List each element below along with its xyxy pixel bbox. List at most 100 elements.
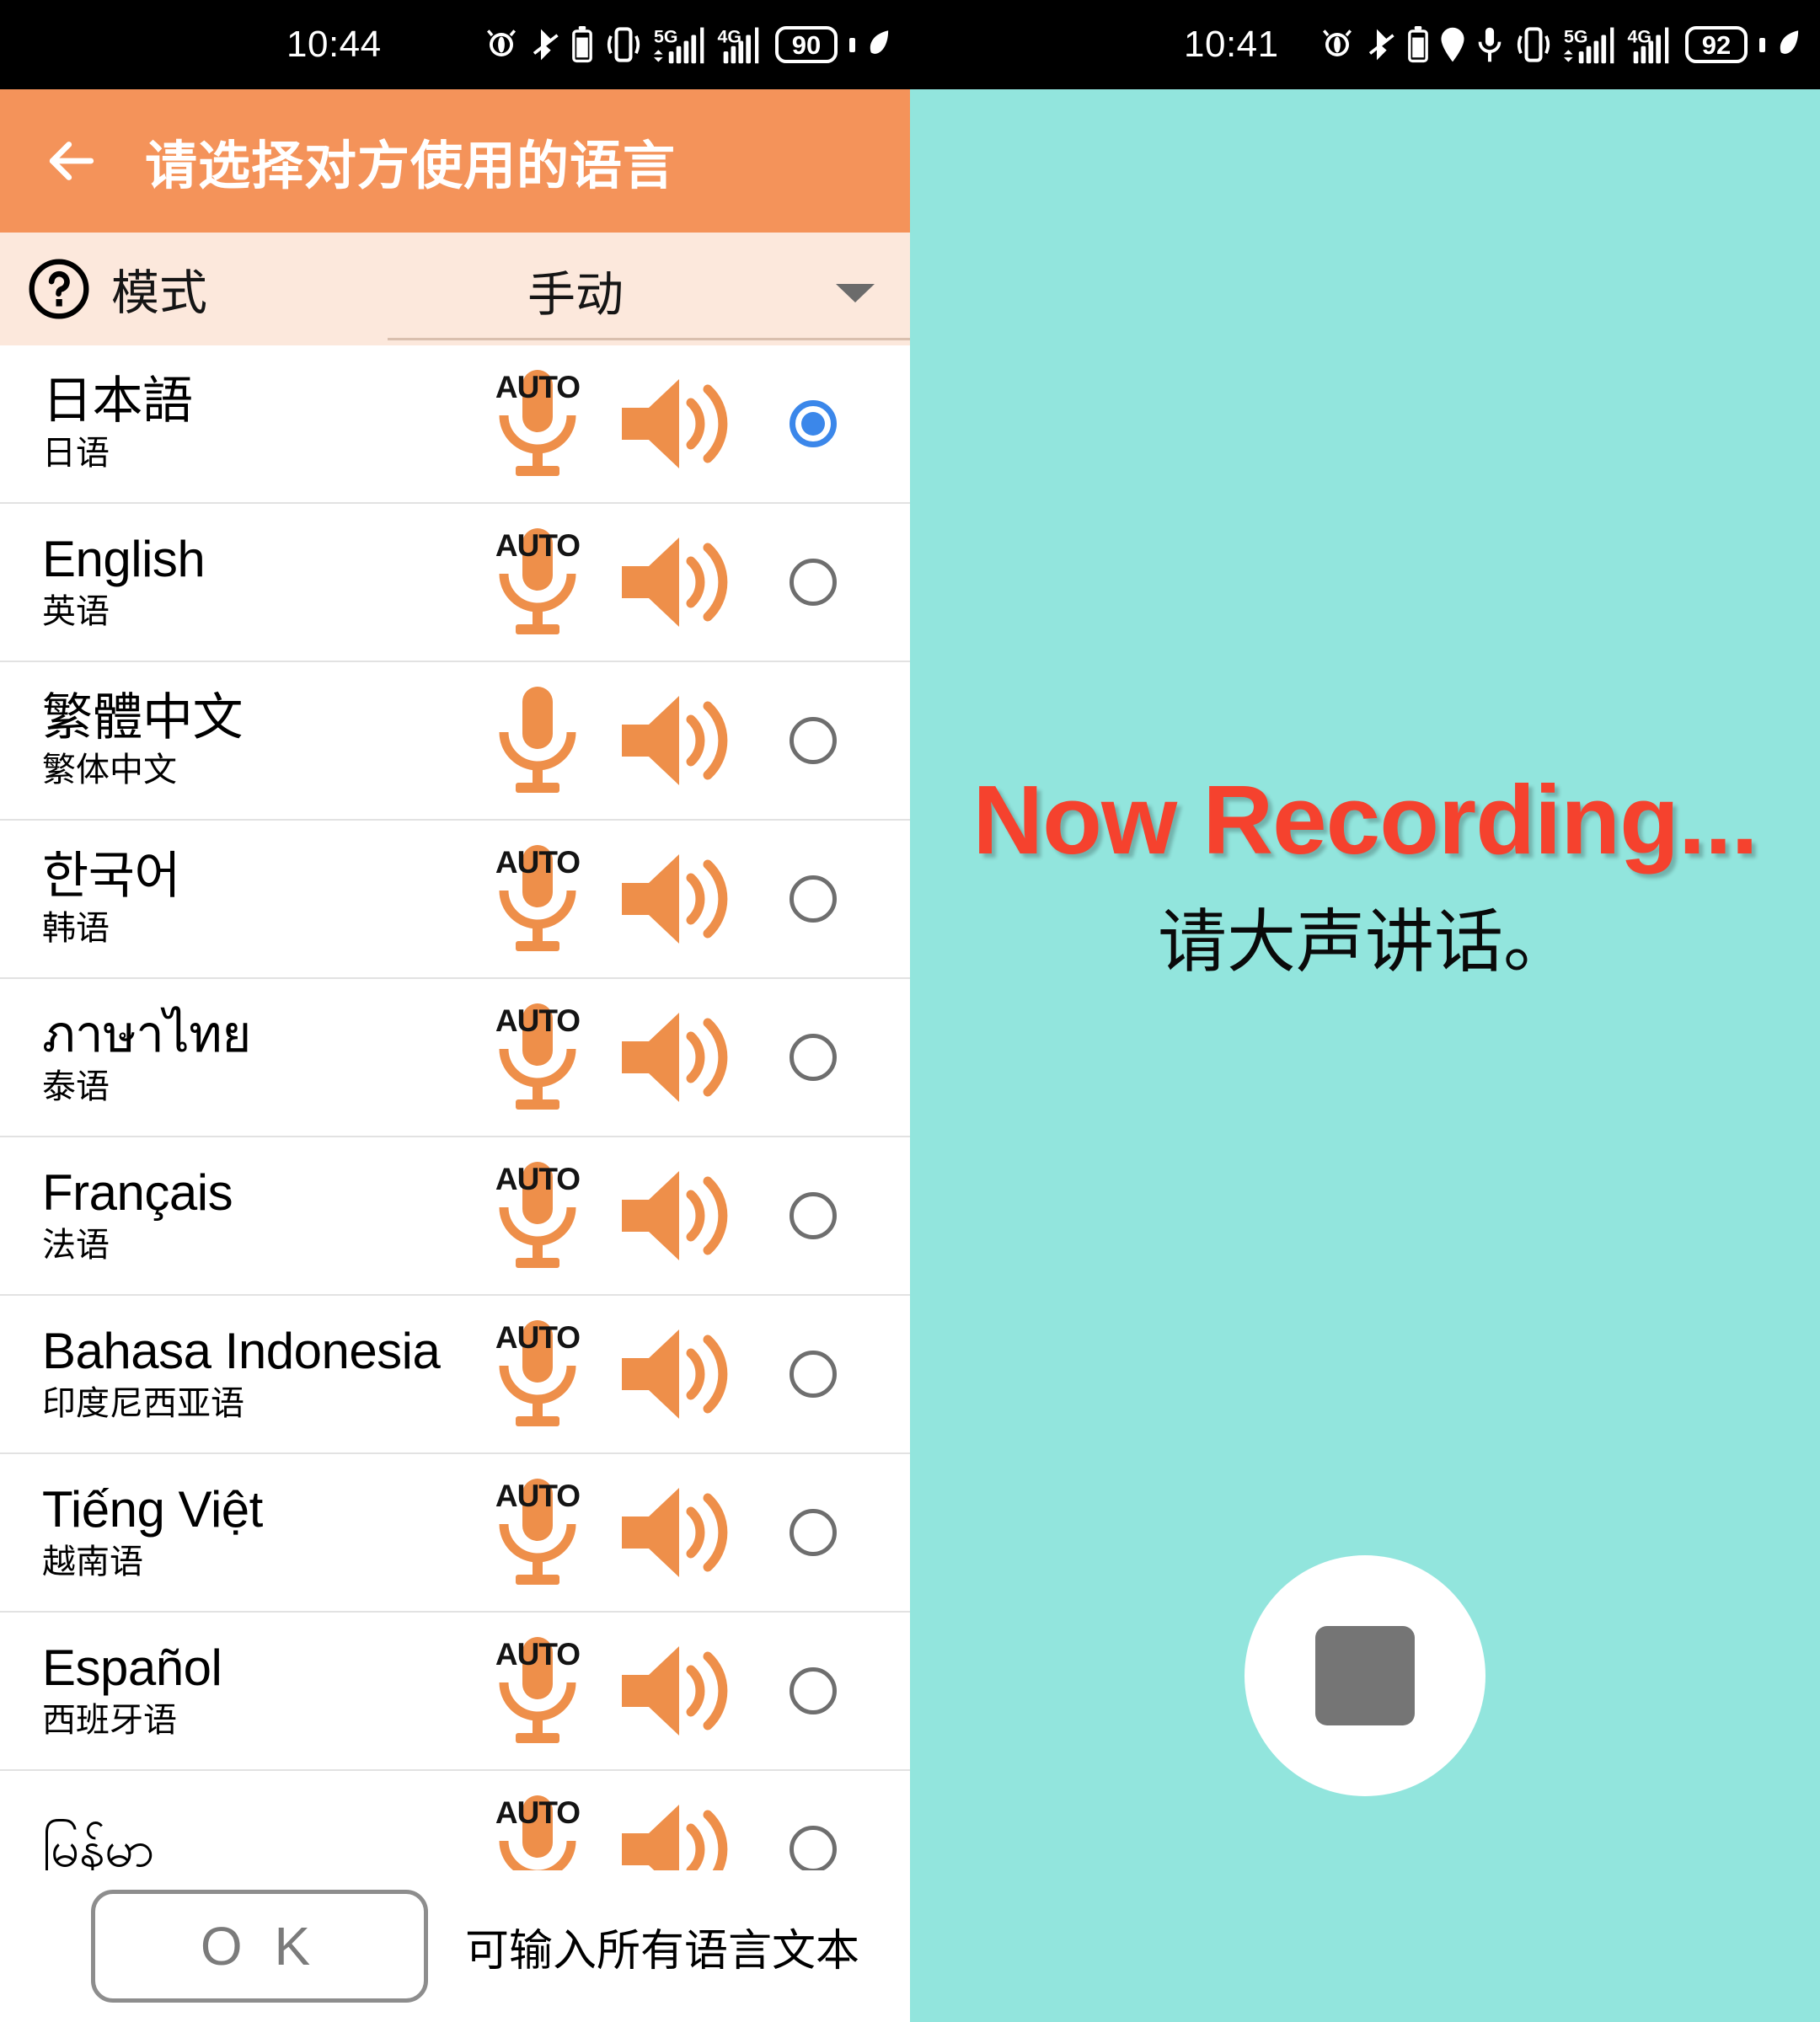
microphone-icon[interactable]: AUTO — [487, 523, 588, 641]
ok-button[interactable]: O K — [91, 1890, 428, 2003]
language-chinese-name: 英语 — [42, 593, 110, 631]
footer-note: 可输入所有语言文本 — [465, 1926, 860, 1976]
left-status-bar: 10:44 5G 4G 90 — [0, 0, 910, 89]
svg-text:4G: 4G — [718, 26, 741, 46]
battery-nub-icon — [1759, 37, 1765, 52]
back-arrow-icon[interactable] — [39, 128, 104, 194]
stop-recording-button[interactable] — [1245, 1555, 1485, 1796]
language-chinese-name: 泰语 — [42, 1068, 110, 1106]
language-radio-button[interactable] — [775, 861, 851, 937]
status-icon-tray: 5G 4G — [1320, 0, 1800, 89]
battery-small-icon — [1407, 26, 1429, 63]
language-row[interactable]: Español 西班牙语 AUTO — [0, 1613, 910, 1771]
microphone-icon[interactable]: AUTO — [487, 1315, 588, 1433]
bluetooth-off-icon — [528, 26, 562, 63]
language-row[interactable]: ภาษาไทย 泰语 AUTO — [0, 979, 910, 1137]
microphone-icon[interactable]: AUTO — [487, 1157, 588, 1275]
svg-text:5G: 5G — [1564, 26, 1587, 46]
radio-indicator — [790, 1351, 837, 1398]
battery-percent-badge: 90 — [775, 26, 838, 63]
speaker-icon[interactable] — [615, 848, 733, 949]
signal-5g-icon: 5G — [1564, 24, 1618, 65]
language-names: 繁體中文 繁体中文 — [0, 690, 472, 791]
language-chinese-name: 繁体中文 — [42, 752, 177, 789]
language-row[interactable]: 한국어 韩语 AUTO — [0, 821, 910, 979]
language-native-name: English — [42, 530, 206, 587]
microphone-icon[interactable] — [487, 682, 588, 800]
language-row[interactable]: 繁體中文 繁体中文 — [0, 662, 910, 821]
language-radio-button[interactable] — [775, 1019, 851, 1095]
page-title: 请选择对方使用的语言 — [145, 137, 677, 195]
speaker-icon[interactable] — [615, 1482, 733, 1583]
recording-subtitle: 请大声讲话。 — [1157, 904, 1572, 981]
recording-title: Now Recording... — [972, 765, 1758, 875]
vibrate-icon — [1512, 26, 1555, 63]
radio-indicator — [790, 875, 837, 923]
language-native-name: 日本語 — [42, 372, 193, 429]
language-names: Español 西班牙语 — [0, 1640, 472, 1741]
question-mark-circle-icon[interactable] — [27, 257, 91, 321]
microphone-icon[interactable]: AUTO — [487, 998, 588, 1116]
language-chinese-name: 印度尼西亚语 — [42, 1385, 244, 1423]
alarm-off-icon — [1320, 27, 1355, 62]
radio-indicator — [790, 400, 837, 447]
language-names: English 英语 — [0, 532, 472, 633]
microphone-icon[interactable]: AUTO — [487, 840, 588, 958]
svg-text:4G: 4G — [1628, 26, 1651, 46]
speaker-icon[interactable] — [615, 1640, 733, 1741]
speaker-icon[interactable] — [615, 532, 733, 633]
language-native-name: Tiếng Việt — [42, 1480, 263, 1538]
app-bar: 请选择对方使用的语言 — [0, 89, 910, 233]
signal-4g-icon: 4G — [717, 24, 766, 65]
right-status-bar: 10:41 5G 4G 92 — [910, 0, 1820, 89]
microphone-icon[interactable]: AUTO — [487, 1474, 588, 1591]
language-row[interactable]: Tiếng Việt 越南语 AUTO — [0, 1454, 910, 1613]
language-row[interactable]: Français 法语 AUTO — [0, 1137, 910, 1296]
language-row[interactable]: 日本語 日语 AUTO — [0, 345, 910, 504]
microphone-icon[interactable]: AUTO — [487, 365, 588, 483]
language-radio-button[interactable] — [775, 1178, 851, 1254]
language-names: 日本語 日语 — [0, 372, 472, 474]
language-native-name: Bahasa Indonesia — [42, 1322, 441, 1379]
speaker-icon[interactable] — [615, 373, 733, 474]
language-chinese-name: 日语 — [42, 435, 110, 473]
speaker-icon[interactable] — [615, 1324, 733, 1425]
language-radio-button[interactable] — [775, 1495, 851, 1570]
alarm-off-icon — [484, 27, 519, 62]
footer-bar: O K 可输入所有语言文本 — [0, 1870, 910, 2022]
microphone-icon — [1476, 26, 1503, 63]
language-radio-button[interactable] — [775, 1336, 851, 1412]
radio-indicator — [790, 1826, 837, 1873]
battery-percent-text: 92 — [1701, 29, 1732, 60]
battery-nub-icon — [849, 37, 855, 52]
svg-text:5G: 5G — [654, 26, 677, 46]
mode-dropdown[interactable]: 手动 — [388, 243, 910, 340]
language-names: မြန်မာ — [0, 1821, 472, 1877]
power-saving-leaf-icon — [1778, 30, 1800, 59]
status-time: 10:44 — [286, 24, 382, 65]
language-names: Bahasa Indonesia 印度尼西亚语 — [0, 1324, 472, 1425]
language-native-name: 한국어 — [42, 847, 181, 904]
language-chinese-name: 越南语 — [42, 1543, 143, 1581]
language-radio-button[interactable] — [775, 544, 851, 620]
language-list[interactable]: 日本語 日语 AUTO English 英语 AUTO 繁體中文 繁体中文 한국… — [0, 345, 910, 2022]
language-native-name: Français — [42, 1163, 233, 1221]
signal-4g-icon: 4G — [1627, 24, 1676, 65]
language-native-name: ภาษาไทย — [42, 1005, 251, 1062]
speaker-icon[interactable] — [615, 1165, 733, 1266]
radio-indicator — [790, 1192, 837, 1239]
speaker-icon[interactable] — [615, 690, 733, 791]
radio-indicator — [790, 717, 837, 764]
right-phone-panel: 10:41 5G 4G 92 Now Recording... 请大声讲话。 — [910, 0, 1820, 2022]
language-radio-button[interactable] — [775, 1653, 851, 1729]
language-chinese-name: 法语 — [42, 1227, 110, 1265]
language-radio-button[interactable] — [775, 703, 851, 778]
language-names: 한국어 韩语 — [0, 847, 472, 949]
speaker-icon[interactable] — [615, 1007, 733, 1108]
language-radio-button[interactable] — [775, 386, 851, 462]
microphone-icon[interactable]: AUTO — [487, 1632, 588, 1750]
bluetooth-off-icon — [1364, 26, 1398, 63]
language-row[interactable]: English 英语 AUTO — [0, 504, 910, 662]
language-row[interactable]: Bahasa Indonesia 印度尼西亚语 AUTO — [0, 1296, 910, 1454]
battery-percent-badge: 92 — [1685, 26, 1748, 63]
